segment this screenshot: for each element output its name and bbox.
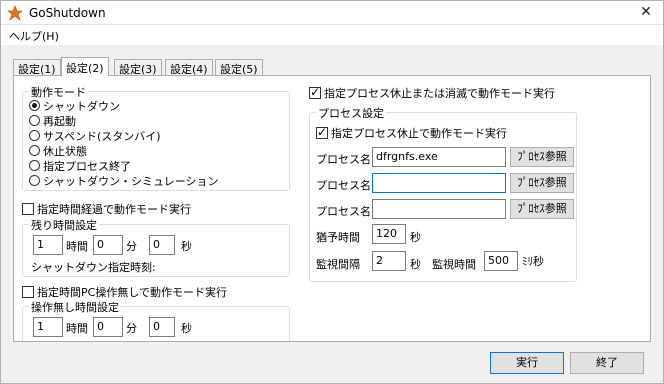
radio-simulation[interactable]: シャットダウン・シミュレーション [29, 173, 219, 189]
elapsed-time-check-label: 指定時間経過で動作モード実行 [37, 203, 191, 216]
idle-minutes-input[interactable]: 0 [93, 317, 123, 337]
remaining-time-label: 残り時間設定 [29, 217, 99, 233]
radio-shutdown-label: シャットダウン [43, 100, 120, 113]
radio-hibernate-label: 休止状態 [43, 145, 87, 158]
app-window: GoShutdown ✕ ヘルプ(H) 設定(1) 設定(2) 設定(3) 設定… [0, 0, 664, 384]
monitor-interval-input[interactable]: 2 [372, 251, 406, 271]
monitor-time-label: 監視時間 [432, 258, 476, 271]
monitor-time-unit: ﾐﾘ秒 [522, 255, 544, 268]
radio-hibernate[interactable]: 休止状態 [29, 143, 87, 159]
monitor-time-input[interactable]: 500 [484, 251, 518, 271]
idle-time-label: 操作無し時間設定 [29, 299, 121, 315]
radio-hibernate-indicator[interactable] [29, 145, 40, 156]
idle-seconds-input[interactable]: 0 [149, 317, 175, 337]
action-mode-group: 動作モード シャットダウン 再起動 サスペンド(スタンバイ) 休止状態 指定プロ… [22, 84, 290, 191]
idle-time-checkbox[interactable]: 指定時間PC操作無しで動作モード実行 [22, 284, 227, 300]
run-button[interactable]: 実行 [490, 352, 564, 374]
process-name-input-1[interactable]: dfrgnfs.exe [372, 147, 506, 167]
process-name-label-1: プロセス名 [316, 153, 371, 166]
idle-time-check[interactable] [22, 286, 34, 298]
radio-shutdown[interactable]: シャットダウン [29, 98, 120, 114]
elapsed-time-checkbox[interactable]: 指定時間経過で動作モード実行 [22, 201, 191, 217]
grace-time-unit: 秒 [410, 231, 421, 244]
monitor-interval-unit: 秒 [410, 258, 421, 271]
idle-minutes-unit: 分 [126, 322, 137, 335]
title-bar[interactable]: GoShutdown ✕ [1, 1, 663, 25]
window-title: GoShutdown [29, 6, 106, 20]
tab-settings-3[interactable]: 設定(3) [114, 59, 162, 76]
process-check-label: 指定プロセス休止または消滅で動作モード実行 [324, 87, 555, 100]
elapsed-seconds-unit: 秒 [181, 240, 192, 253]
radio-reboot-label: 再起動 [43, 115, 76, 128]
monitor-interval-label: 監視間隔 [316, 258, 360, 271]
process-name-input-3[interactable] [372, 199, 506, 219]
elapsed-hours-unit: 時間 [66, 240, 88, 253]
radio-suspend[interactable]: サスペンド(スタンバイ) [29, 128, 161, 144]
process-browse-button-1[interactable]: ﾌﾟﾛｾｽ参照 [510, 147, 574, 167]
grace-time-input[interactable]: 120 [372, 224, 406, 244]
idle-time-group: 操作無し時間設定 1 時間 0 分 0 秒 [22, 299, 290, 341]
elapsed-minutes-input[interactable]: 0 [93, 235, 123, 255]
radio-reboot[interactable]: 再起動 [29, 113, 76, 129]
tab-panel: 動作モード シャットダウン 再起動 サスペンド(スタンバイ) 休止状態 指定プロ… [13, 75, 651, 342]
process-pause-checkbox[interactable]: 指定プロセス休止で動作モード実行 [316, 125, 507, 141]
process-name-label-2: プロセス名 [316, 179, 371, 192]
radio-kill-process-label: 指定プロセス終了 [43, 160, 131, 173]
tab-settings-1[interactable]: 設定(1) [13, 59, 61, 76]
process-check[interactable] [309, 85, 321, 99]
shutdown-time-label: シャットダウン指定時刻: [31, 261, 156, 274]
app-icon [7, 5, 23, 21]
process-pause-check[interactable] [316, 125, 328, 139]
idle-hours-input[interactable]: 1 [33, 317, 63, 337]
exit-button[interactable]: 終了 [570, 352, 644, 374]
tab-settings-5[interactable]: 設定(5) [215, 59, 263, 76]
tab-settings-2[interactable]: 設定(2) [61, 57, 109, 76]
idle-seconds-unit: 秒 [181, 322, 192, 335]
process-browse-button-2[interactable]: ﾌﾟﾛｾｽ参照 [510, 173, 574, 193]
radio-reboot-indicator[interactable] [29, 115, 40, 126]
process-browse-button-3[interactable]: ﾌﾟﾛｾｽ参照 [510, 199, 574, 219]
elapsed-hours-input[interactable]: 1 [33, 235, 63, 255]
elapsed-time-check[interactable] [22, 203, 34, 215]
menu-bar: ヘルプ(H) [1, 25, 663, 45]
radio-suspend-indicator[interactable] [29, 130, 40, 141]
radio-suspend-label: サスペンド(スタンバイ) [43, 130, 161, 143]
idle-time-check-label: 指定時間PC操作無しで動作モード実行 [37, 286, 227, 299]
process-name-input-2[interactable] [372, 173, 506, 193]
tab-settings-4[interactable]: 設定(4) [165, 59, 213, 76]
process-settings-label: プロセス設定 [316, 105, 386, 121]
remaining-time-group: 残り時間設定 1 時間 0 分 0 秒 シャットダウン指定時刻: [22, 217, 290, 277]
menu-help[interactable]: ヘルプ(H) [9, 28, 59, 44]
process-settings-group: プロセス設定 指定プロセス休止で動作モード実行 プロセス名 dfrgnfs.ex… [309, 105, 577, 282]
process-pause-check-label: 指定プロセス休止で動作モード実行 [331, 127, 507, 140]
elapsed-minutes-unit: 分 [126, 240, 137, 253]
close-icon[interactable]: ✕ [629, 1, 663, 25]
radio-shutdown-indicator[interactable] [29, 100, 40, 111]
radio-simulation-indicator[interactable] [29, 175, 40, 186]
process-name-label-3: プロセス名 [316, 205, 371, 218]
radio-kill-process-indicator[interactable] [29, 160, 40, 171]
idle-hours-unit: 時間 [66, 322, 88, 335]
process-checkbox[interactable]: 指定プロセス休止または消滅で動作モード実行 [309, 85, 555, 101]
grace-time-label: 猶予時間 [316, 231, 360, 244]
elapsed-seconds-input[interactable]: 0 [149, 235, 175, 255]
radio-simulation-label: シャットダウン・シミュレーション [43, 175, 219, 188]
radio-kill-process[interactable]: 指定プロセス終了 [29, 158, 131, 174]
